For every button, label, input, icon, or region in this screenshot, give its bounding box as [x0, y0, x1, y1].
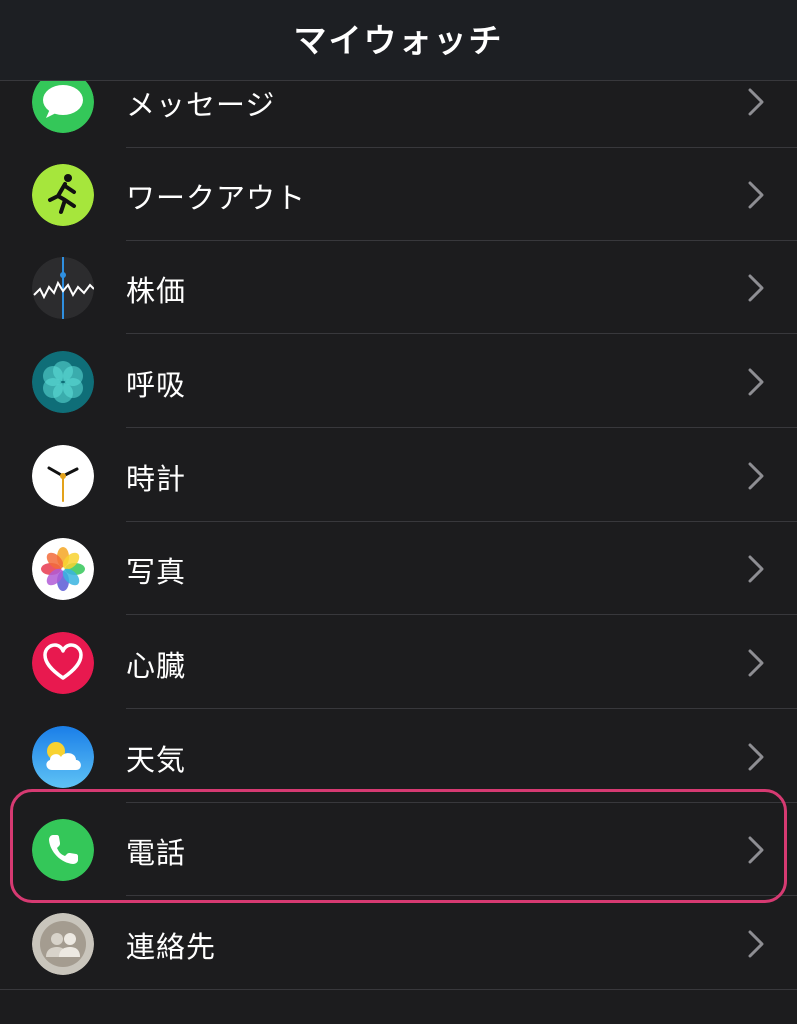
row-stocks[interactable]: 株価: [0, 241, 797, 334]
chevron-right-icon: [748, 181, 764, 209]
row-clock[interactable]: 時計: [0, 429, 797, 522]
row-contacts[interactable]: 連絡先: [0, 897, 797, 990]
row-heart[interactable]: 心臓: [0, 616, 797, 709]
separator: [126, 708, 797, 709]
chevron-right-icon: [748, 836, 764, 864]
chevron-right-icon: [748, 462, 764, 490]
separator: [126, 427, 797, 428]
separator: [0, 989, 797, 990]
row-label: 天気: [126, 743, 187, 777]
row-label: 電話: [126, 836, 187, 870]
page-title: マイウォッチ: [293, 21, 504, 60]
separator: [126, 614, 797, 615]
settings-app-list: メッセージ ワークアウト 株価 呼吸 時計 写真 心臓 天気 電話 連絡先: [0, 0, 797, 1024]
row-label: メッセージ: [126, 88, 276, 122]
clock-icon: [32, 445, 94, 507]
separator: [126, 333, 797, 334]
phone-icon: [32, 819, 94, 881]
chevron-right-icon: [748, 649, 764, 677]
row-weather[interactable]: 天気: [0, 710, 797, 803]
chevron-right-icon: [748, 743, 764, 771]
row-label: 心臓: [126, 649, 187, 683]
weather-icon: [32, 726, 94, 788]
chevron-right-icon: [748, 930, 764, 958]
row-label: 株価: [126, 274, 187, 308]
row-label: 呼吸: [126, 368, 187, 402]
row-label: 連絡先: [126, 930, 217, 964]
row-photos[interactable]: 写真: [0, 522, 797, 615]
workout-icon: [32, 164, 94, 226]
navigation-bar: マイウォッチ: [0, 0, 797, 81]
contacts-icon: [32, 913, 94, 975]
row-label: 写真: [126, 555, 187, 589]
chevron-right-icon: [748, 274, 764, 302]
photos-icon: [32, 538, 94, 600]
row-workout[interactable]: ワークアウト: [0, 148, 797, 241]
separator: [126, 895, 797, 896]
chevron-right-icon: [748, 88, 764, 116]
row-breathe[interactable]: 呼吸: [0, 335, 797, 428]
row-label: ワークアウト: [126, 181, 307, 215]
row-label: 時計: [126, 462, 187, 496]
stocks-icon: [32, 257, 94, 319]
breathe-icon: [32, 351, 94, 413]
chevron-right-icon: [748, 555, 764, 583]
row-phone[interactable]: 電話: [0, 803, 797, 896]
chevron-right-icon: [748, 368, 764, 396]
heart-icon: [32, 632, 94, 694]
